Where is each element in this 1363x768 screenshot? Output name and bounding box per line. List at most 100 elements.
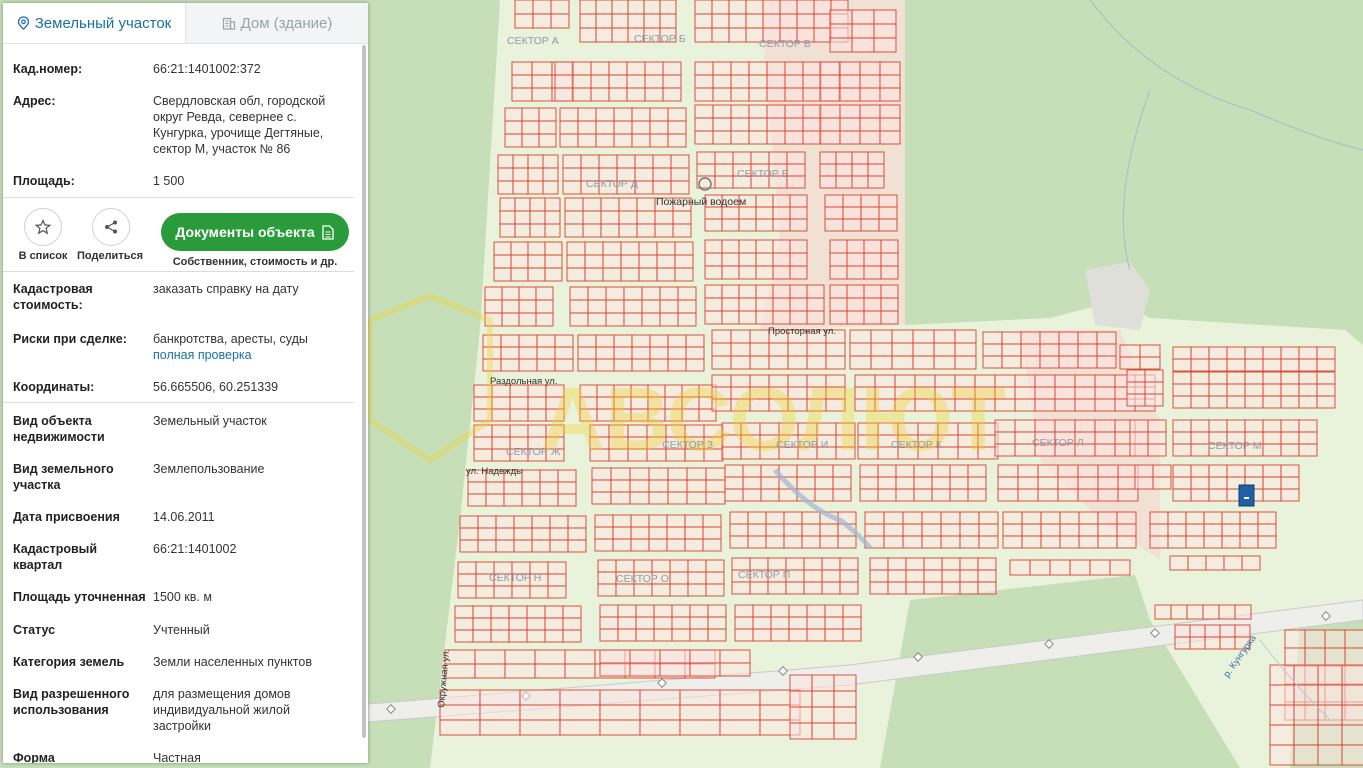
parcel[interactable] [721, 206, 740, 220]
parcel[interactable] [1069, 559, 1091, 576]
parcel[interactable] [531, 74, 553, 89]
parcel[interactable] [1059, 535, 1080, 549]
parcel[interactable] [784, 104, 804, 119]
parcel[interactable] [587, 299, 607, 314]
parcel[interactable] [605, 299, 625, 314]
parcel[interactable] [497, 180, 514, 195]
parcel[interactable] [531, 515, 551, 529]
parcel[interactable] [1280, 476, 1300, 490]
parcel[interactable] [504, 133, 523, 148]
parcel[interactable] [789, 690, 813, 708]
parcel[interactable] [1219, 636, 1236, 650]
parcel[interactable] [877, 488, 897, 502]
parcel[interactable] [839, 74, 861, 89]
parcel[interactable] [730, 104, 750, 119]
parcel[interactable] [1190, 383, 1210, 397]
parcel[interactable] [1185, 523, 1205, 537]
parcel[interactable] [1185, 511, 1205, 525]
parcel[interactable] [1239, 523, 1259, 537]
parcel[interactable] [538, 107, 557, 122]
parcel[interactable] [626, 61, 646, 76]
parcel[interactable] [544, 267, 563, 282]
parcel[interactable] [1190, 395, 1210, 409]
parcel[interactable] [584, 241, 604, 256]
parcel[interactable] [497, 154, 514, 169]
parcel[interactable] [648, 538, 668, 552]
parcel[interactable] [954, 342, 977, 357]
parcel[interactable] [941, 557, 961, 571]
parcel[interactable] [491, 396, 511, 410]
parcel[interactable] [519, 719, 561, 736]
parcel[interactable] [519, 704, 561, 721]
parcel[interactable] [801, 511, 821, 525]
parcel[interactable] [813, 13, 832, 29]
parcel[interactable] [1244, 358, 1264, 372]
parcel[interactable] [493, 267, 512, 282]
parcel[interactable] [1058, 355, 1079, 369]
parcel[interactable] [1189, 624, 1206, 638]
parcel[interactable] [521, 133, 540, 148]
parcel[interactable] [630, 538, 650, 552]
parcel[interactable] [659, 312, 679, 327]
parcel[interactable] [1078, 511, 1099, 525]
parcel[interactable] [473, 436, 493, 450]
parcel[interactable] [475, 585, 495, 599]
parcel[interactable] [1280, 346, 1300, 360]
parcel[interactable] [572, 87, 592, 102]
parcel[interactable] [705, 479, 726, 493]
selected-parcel-marker[interactable] [1238, 484, 1255, 507]
parcel[interactable] [705, 559, 725, 573]
parcel[interactable] [859, 130, 881, 145]
parcel[interactable] [602, 254, 622, 269]
parcel[interactable] [572, 74, 592, 89]
parcel[interactable] [846, 239, 865, 254]
parcel[interactable] [479, 704, 521, 721]
parcel[interactable] [689, 616, 709, 630]
parcel[interactable] [667, 334, 687, 348]
parcel[interactable] [721, 310, 740, 325]
parcel[interactable] [590, 87, 610, 102]
parcel[interactable] [883, 535, 904, 549]
parcel[interactable] [787, 342, 808, 357]
parcel[interactable] [1257, 523, 1277, 537]
parcel[interactable] [755, 284, 774, 299]
parcel[interactable] [1167, 535, 1187, 549]
parcel[interactable] [1262, 371, 1282, 385]
parcel[interactable] [982, 355, 1003, 369]
parcel[interactable] [803, 569, 823, 583]
parcel[interactable] [599, 604, 619, 618]
parcel[interactable] [518, 358, 538, 372]
parcel[interactable] [459, 527, 479, 541]
parcel[interactable] [738, 252, 757, 267]
parcel[interactable] [734, 616, 754, 630]
parcel[interactable] [1203, 511, 1223, 525]
parcel[interactable] [1262, 443, 1282, 457]
parcel[interactable] [789, 239, 808, 254]
parcel[interactable] [600, 223, 620, 238]
parcel[interactable] [521, 120, 540, 135]
parcel[interactable] [859, 104, 881, 119]
parcel[interactable] [730, 87, 750, 102]
parcel[interactable] [685, 334, 705, 348]
parcel[interactable] [1057, 464, 1079, 478]
parcel[interactable] [584, 254, 604, 269]
parcel[interactable] [1089, 559, 1111, 576]
parcel[interactable] [730, 74, 750, 89]
parcel[interactable] [514, 13, 534, 29]
parcel[interactable] [869, 581, 889, 595]
parcel[interactable] [477, 527, 497, 541]
parcel[interactable] [714, 175, 734, 189]
parcel[interactable] [749, 355, 770, 370]
parcel[interactable] [902, 511, 923, 525]
parcel[interactable] [1094, 398, 1116, 412]
parcel[interactable] [671, 604, 691, 618]
parcel[interactable] [711, 27, 730, 43]
parcel[interactable] [1037, 476, 1059, 490]
parcel[interactable] [765, 535, 785, 549]
parcel[interactable] [770, 604, 790, 618]
parcel[interactable] [531, 61, 553, 76]
parcel[interactable] [644, 74, 664, 89]
parcel[interactable] [789, 297, 808, 312]
parcel[interactable] [527, 167, 544, 182]
parcel[interactable] [1037, 488, 1059, 502]
